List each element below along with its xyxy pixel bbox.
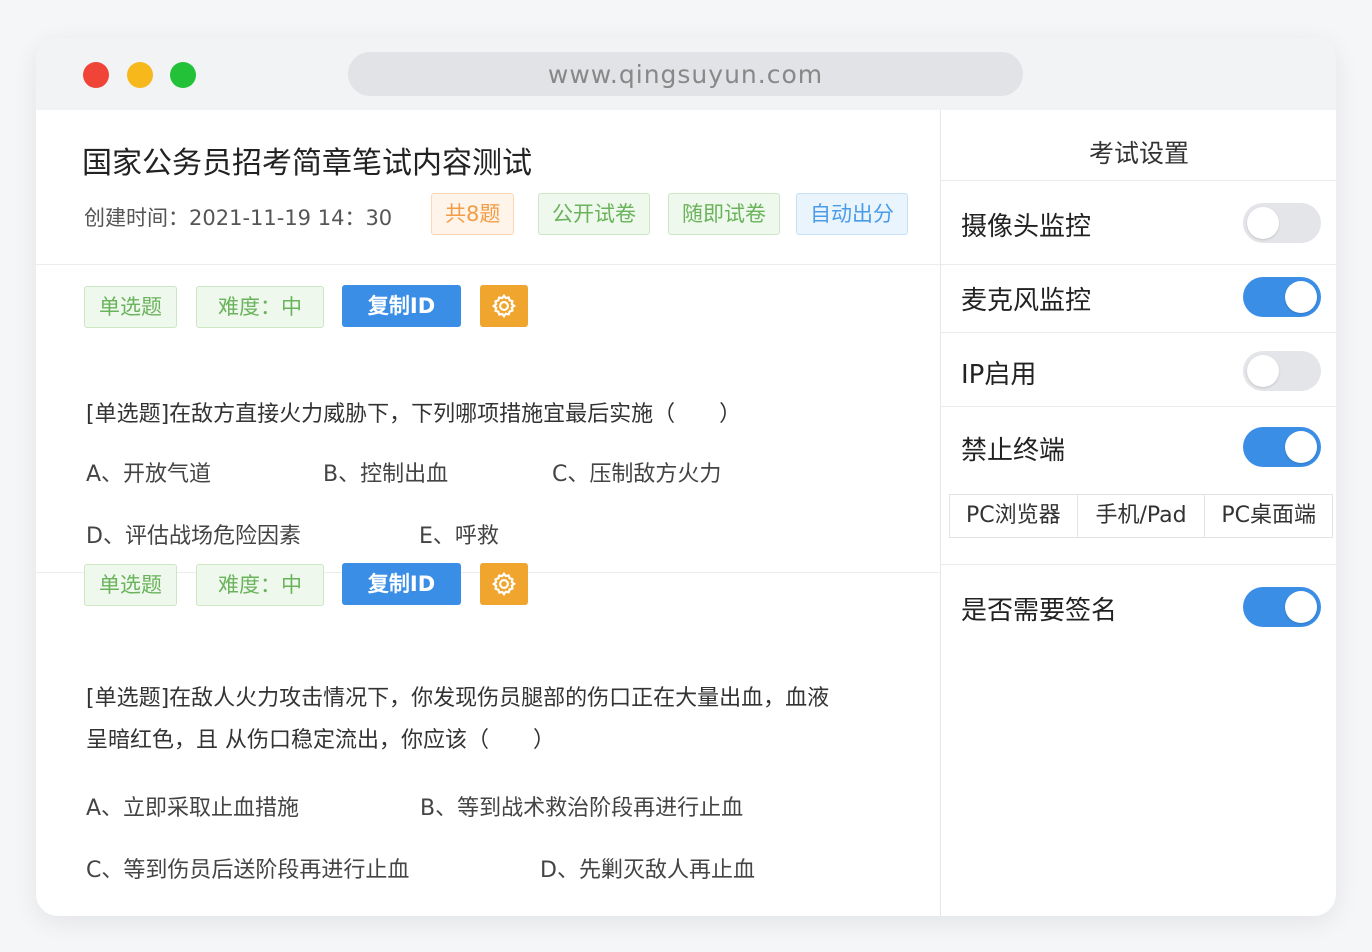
toggle-knob [1285, 591, 1317, 623]
question-text-line-2: 呈暗红色，且 从伤口稳定流出，你应该（ ） [86, 728, 555, 753]
difficulty-tag: 难度：中 [196, 564, 324, 606]
minimize-window-button[interactable] [127, 62, 153, 88]
setting-label: 摄像头监控 [961, 212, 1092, 242]
toggle-knob [1247, 355, 1279, 387]
terminal-pc-browser[interactable]: PC浏览器 [950, 495, 1078, 537]
question-settings-button[interactable] [480, 285, 528, 327]
exam-title: 国家公务员招考简章笔试内容测试 [82, 146, 532, 181]
option-d[interactable]: D、评估战场危险因素 [86, 518, 301, 550]
question-type-tag: 单选题 [84, 564, 177, 606]
copy-id-button[interactable]: 复制ID [342, 563, 461, 605]
toggle-knob [1285, 281, 1317, 313]
setting-label: 是否需要签名 [961, 596, 1118, 626]
question-text: [单选题]在敌方直接火力威胁下，下列哪项措施宜最后实施（ ） [86, 402, 742, 427]
option-b[interactable]: B、等到战术救治阶段再进行止血 [420, 790, 743, 822]
question-text-line-1: [单选题]在敌人火力攻击情况下，你发现伤员腿部的伤口正在大量出血，血液 [86, 686, 830, 711]
divider [941, 564, 1336, 565]
setting-label: 麦克风监控 [961, 286, 1092, 316]
terminal-options: PC浏览器 手机/Pad PC桌面端 [949, 494, 1333, 538]
address-bar[interactable]: www.qingsuyun.com [348, 52, 1023, 96]
ip-enable-toggle[interactable] [1243, 351, 1321, 391]
mic-monitor-toggle[interactable] [1243, 277, 1321, 317]
option-a[interactable]: A、立即采取止血措施 [86, 790, 299, 822]
setting-camera-monitor: 摄像头监控 [941, 188, 1336, 258]
setting-signature: 是否需要签名 [941, 572, 1336, 642]
option-d[interactable]: D、先剿灭敌人再止血 [540, 852, 755, 884]
setting-block-terminal: 禁止终端 [941, 412, 1336, 482]
title-bar: www.qingsuyun.com [36, 38, 1336, 110]
random-paper-badge: 随即试卷 [668, 193, 780, 235]
option-c[interactable]: C、等到伤员后送阶段再进行止血 [86, 852, 409, 884]
question-settings-button[interactable] [480, 563, 528, 605]
browser-window: www.qingsuyun.com 国家公务员招考简章笔试内容测试 创建时间：2… [36, 38, 1336, 916]
terminal-mobile-pad[interactable]: 手机/Pad [1078, 495, 1206, 537]
toggle-knob [1247, 207, 1279, 239]
option-b[interactable]: B、控制出血 [323, 456, 448, 488]
maximize-window-button[interactable] [170, 62, 196, 88]
copy-id-button[interactable]: 复制ID [342, 285, 461, 327]
settings-panel: 考试设置 摄像头监控 麦克风监控 IP启用 禁止终端 PC浏览器 手机/Pad … [940, 110, 1336, 916]
option-a[interactable]: A、开放气道 [86, 456, 211, 488]
setting-ip-enable: IP启用 [941, 336, 1336, 406]
divider [941, 180, 1336, 181]
camera-monitor-toggle[interactable] [1243, 203, 1321, 243]
exam-content: 国家公务员招考简章笔试内容测试 创建时间：2021-11-19 14：30 共8… [36, 110, 940, 916]
difficulty-tag: 难度：中 [196, 286, 324, 328]
settings-title: 考试设置 [1088, 139, 1189, 168]
block-terminal-toggle[interactable] [1243, 427, 1321, 467]
option-c[interactable]: C、压制敌方火力 [552, 456, 721, 488]
gear-icon [491, 571, 517, 597]
divider [941, 332, 1336, 333]
question-type-tag: 单选题 [84, 286, 177, 328]
public-paper-badge: 公开试卷 [538, 193, 650, 235]
setting-label: IP启用 [961, 360, 1037, 390]
toggle-knob [1285, 431, 1317, 463]
option-e[interactable]: E、呼救 [419, 518, 499, 550]
setting-mic-monitor: 麦克风监控 [941, 262, 1336, 332]
created-time: 创建时间：2021-11-19 14：30 [84, 206, 393, 230]
signature-toggle[interactable] [1243, 587, 1321, 627]
setting-label: 禁止终端 [961, 436, 1066, 466]
divider [941, 406, 1336, 407]
gear-icon [491, 293, 517, 319]
divider [36, 264, 940, 265]
close-window-button[interactable] [83, 62, 109, 88]
auto-score-badge: 自动出分 [796, 193, 908, 235]
terminal-pc-desktop[interactable]: PC桌面端 [1205, 495, 1332, 537]
question-count-badge: 共8题 [431, 193, 515, 235]
